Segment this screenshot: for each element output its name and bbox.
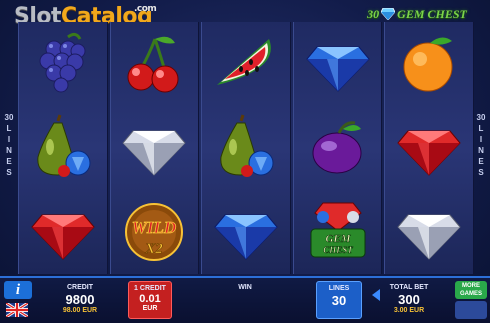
symbol-orange-icon [385,22,473,106]
symbol-pear-gem-icon [19,106,107,190]
lines-button[interactable]: LINES 30 [316,281,362,319]
credit-value: 9800 [65,292,95,307]
spin-button[interactable] [455,301,487,319]
symbol-cherries-icon [111,22,199,106]
symbol-gem-chest-icon: GEM CHEST [294,190,382,274]
more-games-button[interactable]: MORE GAMES [455,281,487,299]
bet-decrease-arrow-icon[interactable] [372,289,380,301]
denom-label: 1 CREDIT [134,285,166,292]
side-label: N [6,146,12,155]
diamond-icon [381,8,396,20]
symbol-white-diamond-icon [111,106,199,190]
side-label: L [6,124,12,133]
symbol-red-diamond-icon [385,106,473,190]
reel-3 [201,22,291,274]
denom-value: 0.01 [139,293,161,305]
denomination-button[interactable]: 1 CREDIT 0.01 EUR [128,281,172,319]
symbol-wild-x2-icon: WILD X2 [111,190,199,274]
side-label: S [6,168,12,177]
lines-label: LINES [328,285,350,292]
symbol-watermelon-icon [202,22,290,106]
side-label: 30 [476,113,486,122]
info-button[interactable]: i [4,281,32,299]
paylines-indicator-right: 30 L I N E S [474,112,488,178]
side-label: 30 [4,113,14,122]
side-label: N [478,146,484,155]
lines-value: 30 [331,293,347,308]
symbol-white-diamond-icon [385,190,473,274]
gem-chest-text-1: GEM [325,233,351,245]
side-label: E [6,157,12,166]
bet-eur: 3.00 EUR [393,307,425,314]
symbol-red-diamond-icon [19,190,107,274]
symbol-blue-diamond-icon [294,22,382,106]
side-label: I [479,135,483,144]
credit-display: CREDIT 9800 98.00 EUR [38,281,122,319]
symbol-pear-gem-icon [202,106,290,190]
denom-currency: EUR [142,305,158,312]
reel-1 [18,22,108,274]
credit-eur: 98.00 EUR [62,307,98,314]
side-label: S [478,168,484,177]
gem-chest-text-2: CHEST [323,245,353,255]
wild-text-1: WILD [132,218,176,237]
reel-4: GEM CHEST [292,22,383,274]
wild-text-2: X2 [145,241,164,257]
game-title-number: 30 [367,6,380,21]
game-screen: SlotCatalog .com 30 GEM CHEST 30 L I N E… [0,0,490,323]
win-label: WIN [238,284,252,291]
paylines-indicator-left: 30 L I N E S [2,112,16,178]
more-games-label-2: GAMES [459,291,482,297]
language-flag-icon[interactable] [6,303,28,317]
game-title-name: GEM CHEST [397,6,467,21]
game-title: 30 GEM CHEST [352,4,482,24]
win-display: WIN [180,281,310,319]
symbol-grapes-icon [19,22,107,106]
side-label: I [7,135,11,144]
side-label: E [478,157,484,166]
reel-2: WILD X2 [109,22,200,274]
side-label: L [478,124,484,133]
logo-suffix: .com [134,4,157,14]
control-panel: i CREDIT 9800 98.00 EUR 1 CREDIT 0.01 EU… [0,276,490,323]
symbol-blue-diamond-icon [202,190,290,274]
reel-5 [384,22,474,274]
reels-area: WILD X2 GEM CHEST [18,22,474,274]
more-games-label-1: MORE [462,283,480,289]
credit-label: CREDIT [66,284,94,291]
symbol-plum-icon [294,106,382,190]
